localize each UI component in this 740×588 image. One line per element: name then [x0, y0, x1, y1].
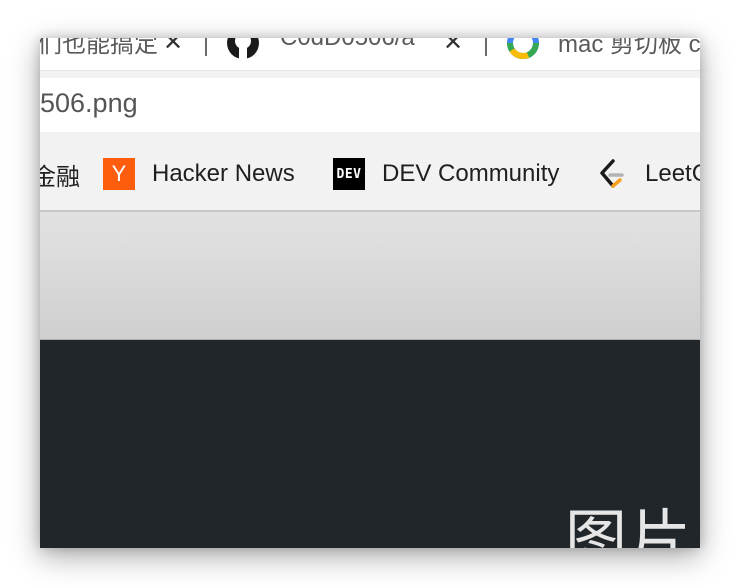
address-bar[interactable]: 506.png — [40, 78, 700, 132]
bookmark-hacker-news[interactable]: Y Hacker News — [103, 156, 295, 192]
browser-window: 们也能搞定 ✕ C0dD0506/a ✕ mac 剪切板 c 506.png — [40, 38, 700, 548]
toolbar: 506.png — [40, 70, 700, 139]
bookmark-label: LeetC — [645, 160, 700, 187]
bookmark-label: 金融 — [40, 163, 80, 191]
close-icon[interactable]: ✕ — [163, 38, 183, 57]
tab-divider — [205, 38, 207, 56]
bookmark-dev-community[interactable]: DEV DEV Community — [333, 156, 559, 192]
leetcode-icon — [596, 158, 628, 190]
google-icon — [506, 38, 540, 65]
bookmark-finance[interactable]: 金融 — [40, 156, 80, 192]
page-heading: 图片 — [565, 505, 694, 548]
bookmark-label: DEV Community — [382, 160, 560, 187]
github-icon — [226, 38, 260, 65]
tab-title[interactable]: C0dD0506/a — [280, 38, 415, 52]
close-icon[interactable]: ✕ — [443, 38, 463, 57]
bookmark-label: Hacker News — [152, 160, 295, 187]
hacker-news-icon: Y — [103, 158, 135, 190]
page-header-area — [40, 212, 700, 340]
bookmark-leetcode[interactable]: LeetC — [596, 156, 700, 192]
tab-title[interactable]: mac 剪切板 c — [558, 38, 700, 59]
bookmarks-bar: 金融 Y Hacker News DEV DEV Community LeetC — [40, 138, 700, 212]
tab-title[interactable]: 们也能搞定 — [40, 38, 158, 59]
content-panel: 图片 — [40, 340, 700, 548]
tab-strip: 们也能搞定 ✕ C0dD0506/a ✕ mac 剪切板 c — [40, 38, 700, 70]
dev-icon: DEV — [333, 158, 365, 190]
tab-divider — [485, 38, 487, 56]
address-bar-url[interactable]: 506.png — [40, 88, 138, 119]
